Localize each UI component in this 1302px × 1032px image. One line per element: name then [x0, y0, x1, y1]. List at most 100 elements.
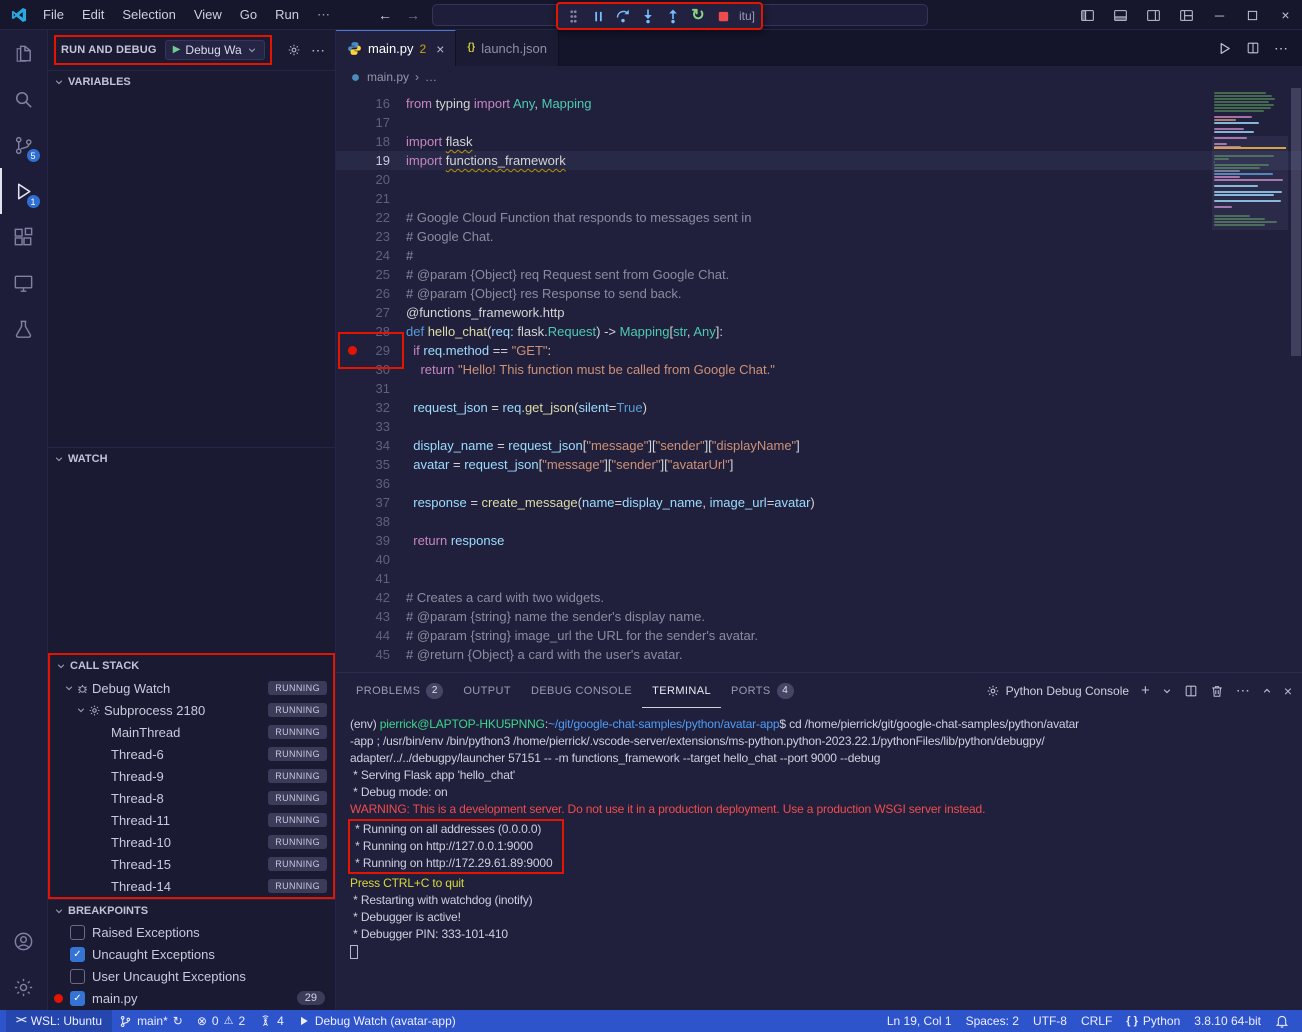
- status-remote-indicator[interactable]: ><WSL: Ubuntu: [6, 1010, 112, 1032]
- launch-config-dropdown[interactable]: ▶ Debug Wa: [165, 40, 265, 60]
- code-line-39[interactable]: 39 return response: [336, 531, 1302, 550]
- menu-edit[interactable]: Edit: [73, 0, 113, 30]
- minimap[interactable]: [1214, 92, 1286, 227]
- code-line-45[interactable]: 45# @return {Object} a card with the use…: [336, 645, 1302, 664]
- code-line-36[interactable]: 36: [336, 474, 1302, 493]
- terminal-launch-dropdown[interactable]: [1162, 686, 1172, 696]
- callstack-row[interactable]: Thread-11RUNNING: [50, 809, 333, 831]
- line-gutter[interactable]: 45: [336, 645, 406, 664]
- line-gutter[interactable]: 44: [336, 626, 406, 645]
- new-terminal[interactable]: +: [1141, 682, 1150, 699]
- code-line-18[interactable]: 18import flask: [336, 132, 1302, 151]
- status-encoding[interactable]: UTF-8: [1026, 1010, 1074, 1032]
- section-variables[interactable]: VARIABLES: [48, 70, 335, 92]
- checkbox[interactable]: [70, 925, 85, 940]
- code-line-34[interactable]: 34 display_name = request_json["message"…: [336, 436, 1302, 455]
- line-gutter[interactable]: 20: [336, 170, 406, 189]
- code-line-33[interactable]: 33: [336, 417, 1302, 436]
- code-text[interactable]: import functions_framework: [406, 151, 566, 170]
- status-forwarded-ports[interactable]: 4: [252, 1010, 291, 1032]
- activitybar-extensions[interactable]: [0, 214, 48, 260]
- code-text[interactable]: display_name = request_json["message"]["…: [406, 436, 800, 455]
- variables-body[interactable]: [48, 92, 335, 447]
- step-out-button[interactable]: [662, 5, 684, 27]
- checkbox[interactable]: ✓: [70, 991, 85, 1006]
- panel-tab-output[interactable]: OUTPUT: [453, 673, 521, 708]
- code-text[interactable]: # @param {string} image_url the URL for …: [406, 626, 758, 645]
- status-indentation[interactable]: Spaces: 2: [959, 1010, 1026, 1032]
- status-python-version[interactable]: 3.8.10 64-bit: [1187, 1010, 1268, 1032]
- code-line-24[interactable]: 24#: [336, 246, 1302, 265]
- nav-forward-icon[interactable]: →: [406, 7, 420, 23]
- code-text[interactable]: # @param {Object} res Response to send b…: [406, 284, 682, 303]
- code-line-30[interactable]: 30 return "Hello! This function must be …: [336, 360, 1302, 379]
- status-cursor-position[interactable]: Ln 19, Col 1: [880, 1010, 959, 1032]
- code-line-28[interactable]: 28def hello_chat(req: flask.Request) -> …: [336, 322, 1302, 341]
- toggle-secondary-sidebar[interactable]: [1137, 0, 1170, 30]
- breakpoint-row[interactable]: ✓Uncaught Exceptions: [48, 943, 335, 965]
- line-gutter[interactable]: 37: [336, 493, 406, 512]
- tab-main.py[interactable]: main.py2×: [336, 30, 456, 66]
- line-gutter[interactable]: 34: [336, 436, 406, 455]
- watch-body[interactable]: [48, 469, 335, 653]
- code-line-17[interactable]: 17: [336, 113, 1302, 132]
- line-gutter[interactable]: 39: [336, 531, 406, 550]
- pause-button[interactable]: [587, 5, 609, 27]
- line-gutter[interactable]: 26: [336, 284, 406, 303]
- callstack-row[interactable]: Thread-14RUNNING: [50, 875, 333, 897]
- step-over-button[interactable]: [612, 5, 634, 27]
- code-line-38[interactable]: 38: [336, 512, 1302, 531]
- breadcrumb[interactable]: main.py › …: [336, 66, 1302, 88]
- terminal-instance-selector[interactable]: Python Debug Console: [986, 684, 1129, 698]
- line-gutter[interactable]: 22: [336, 208, 406, 227]
- line-gutter[interactable]: 38: [336, 512, 406, 531]
- panel-tab-debug-console[interactable]: DEBUG CONSOLE: [521, 673, 642, 708]
- stop-button[interactable]: [712, 5, 734, 27]
- code-line-25[interactable]: 25# @param {Object} req Request sent fro…: [336, 265, 1302, 284]
- section-breakpoints[interactable]: BREAKPOINTS: [48, 899, 335, 921]
- restart-button[interactable]: ↻: [687, 5, 709, 27]
- activitybar-explorer[interactable]: [0, 30, 48, 76]
- toggle-panel[interactable]: [1104, 0, 1137, 30]
- menu-file[interactable]: File: [34, 0, 73, 30]
- callstack-row[interactable]: Thread-6RUNNING: [50, 743, 333, 765]
- line-gutter[interactable]: 31: [336, 379, 406, 398]
- callstack-row[interactable]: Thread-10RUNNING: [50, 831, 333, 853]
- code-text[interactable]: # @param {Object} req Request sent from …: [406, 265, 729, 284]
- terminal-more-actions[interactable]: ⋯: [1236, 682, 1250, 699]
- breadcrumb-symbol[interactable]: …: [425, 70, 437, 84]
- code-text[interactable]: # Creates a card with two widgets.: [406, 588, 604, 607]
- status-problems-status[interactable]: ⊗0⚠2: [190, 1010, 252, 1032]
- drag-handle[interactable]: [562, 5, 584, 27]
- section-call-stack[interactable]: CALL STACK: [50, 655, 333, 677]
- line-gutter[interactable]: 35: [336, 455, 406, 474]
- line-gutter[interactable]: 41: [336, 569, 406, 588]
- line-gutter[interactable]: 17: [336, 113, 406, 132]
- debug-more-actions[interactable]: ⋯: [311, 43, 325, 57]
- code-line-20[interactable]: 20: [336, 170, 1302, 189]
- code-text[interactable]: @functions_framework.http: [406, 303, 564, 322]
- line-gutter[interactable]: 29: [336, 341, 406, 360]
- code-line-44[interactable]: 44# @param {string} image_url the URL fo…: [336, 626, 1302, 645]
- callstack-row[interactable]: MainThreadRUNNING: [50, 721, 333, 743]
- code-line-26[interactable]: 26# @param {Object} res Response to send…: [336, 284, 1302, 303]
- line-gutter[interactable]: 19: [336, 151, 406, 170]
- activitybar-accounts[interactable]: [0, 918, 48, 964]
- code-text[interactable]: # @return {Object} a card with the user'…: [406, 645, 683, 664]
- toggle-primary-sidebar[interactable]: [1071, 0, 1104, 30]
- line-gutter[interactable]: 21: [336, 189, 406, 208]
- callstack-row[interactable]: Debug WatchRUNNING: [50, 677, 333, 699]
- line-gutter[interactable]: 23: [336, 227, 406, 246]
- activitybar-remote-explorer[interactable]: [0, 260, 48, 306]
- editor-scrollbar[interactable]: [1291, 88, 1301, 356]
- code-text[interactable]: request_json = req.get_json(silent=True): [406, 398, 647, 417]
- breakpoint-dot[interactable]: [348, 346, 357, 355]
- split-terminal[interactable]: [1184, 684, 1198, 698]
- callstack-row[interactable]: Thread-8RUNNING: [50, 787, 333, 809]
- run-python-file[interactable]: [1217, 41, 1232, 56]
- customize-layout[interactable]: [1170, 0, 1203, 30]
- maximize-panel[interactable]: [1262, 686, 1272, 696]
- code-text[interactable]: # @param {string} name the sender's disp…: [406, 607, 705, 626]
- code-text[interactable]: # Google Cloud Function that responds to…: [406, 208, 751, 227]
- callstack-row[interactable]: Thread-15RUNNING: [50, 853, 333, 875]
